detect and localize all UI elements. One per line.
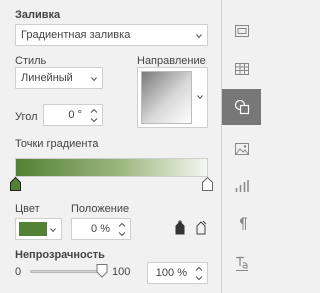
- table-settings-icon: [234, 63, 249, 75]
- gradient-stop-start[interactable]: [10, 177, 21, 191]
- fill-label: Заливка: [15, 9, 61, 21]
- chevron-up-icon[interactable]: [195, 266, 203, 272]
- position-label: Положение: [71, 203, 130, 215]
- gradient-style-select[interactable]: Линейный: [15, 67, 103, 89]
- position-spinner[interactable]: 0 %: [71, 218, 131, 240]
- opacity-label: Непрозрачность: [15, 249, 105, 261]
- shape-settings-panel: Заливка Градиентная заливка Стиль Линейн…: [0, 0, 221, 293]
- remove-gradient-point-icon[interactable]: [193, 219, 209, 237]
- text-art-settings-icon: [235, 256, 248, 271]
- fill-type-value: Градиентная заливка: [21, 29, 131, 41]
- opacity-max-label: 100: [112, 266, 131, 278]
- chevron-down-icon[interactable]: [195, 275, 203, 281]
- angle-spinner[interactable]: 0 °: [43, 104, 103, 126]
- chart-settings-button[interactable]: [222, 168, 261, 204]
- fill-type-select[interactable]: Градиентная заливка: [15, 24, 208, 46]
- image-settings-button[interactable]: [222, 131, 261, 167]
- chevron-up-icon[interactable]: [118, 222, 126, 228]
- direction-label: Направление: [137, 55, 206, 67]
- chevron-up-icon[interactable]: [90, 108, 98, 114]
- table-settings-button[interactable]: [222, 51, 261, 87]
- gradient-style-value: Линейный: [21, 72, 73, 84]
- gradient-stop-end[interactable]: [202, 177, 213, 191]
- shape-settings-icon: [234, 99, 249, 115]
- text-art-settings-button[interactable]: [222, 246, 261, 282]
- shape-settings-button[interactable]: [222, 89, 261, 125]
- right-settings-toolbar: [221, 0, 261, 293]
- opacity-min-label: 0: [15, 266, 22, 278]
- color-label: Цвет: [15, 203, 40, 215]
- opacity-slider-thumb[interactable]: [96, 264, 108, 278]
- opacity-spinner[interactable]: 100 %: [147, 262, 208, 284]
- color-swatch: [19, 222, 47, 236]
- direction-picker[interactable]: [137, 67, 208, 128]
- slide-settings-button[interactable]: [222, 13, 261, 49]
- angle-value: 0 °: [68, 109, 82, 121]
- chevron-down-icon: [91, 77, 97, 82]
- angle-label: Угол: [15, 111, 38, 123]
- chevron-down-icon[interactable]: [118, 231, 126, 237]
- chevron-down-icon[interactable]: [90, 117, 98, 123]
- image-settings-icon: [234, 143, 249, 155]
- position-value: 0 %: [91, 223, 110, 235]
- gradient-points-label: Точки градиента: [15, 138, 99, 150]
- opacity-value: 100 %: [155, 267, 187, 279]
- opacity-slider-track[interactable]: [30, 270, 105, 273]
- chevron-down-icon: [50, 228, 56, 233]
- paragraph-settings-button[interactable]: [222, 206, 261, 242]
- chevron-down-icon: [196, 34, 202, 39]
- slide-settings-icon: [234, 25, 249, 37]
- direction-preview: [141, 71, 192, 124]
- gradient-bar[interactable]: [15, 158, 208, 177]
- stop-color-picker[interactable]: [15, 218, 62, 240]
- chart-settings-icon: [235, 180, 249, 192]
- paragraph-settings-icon: [239, 217, 247, 230]
- chevron-down-icon: [197, 95, 203, 100]
- add-gradient-point-icon[interactable]: [172, 219, 188, 237]
- style-label: Стиль: [15, 55, 47, 67]
